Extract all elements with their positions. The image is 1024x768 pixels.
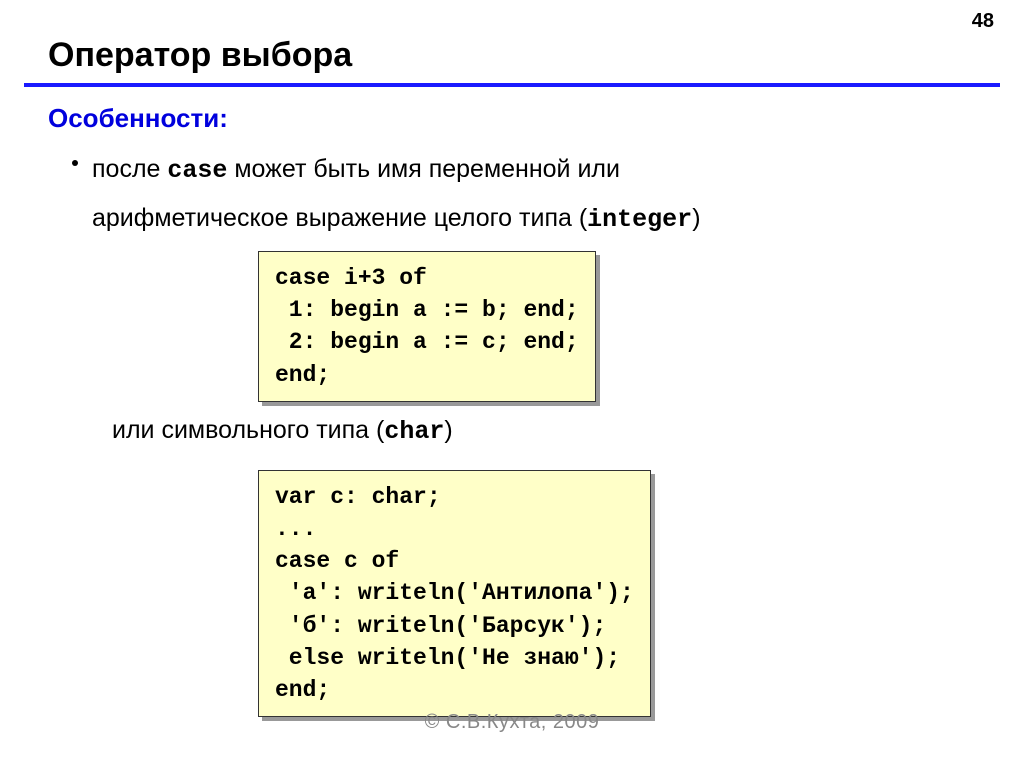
inline-code: case bbox=[167, 156, 227, 185]
text-fragment: арифметическое выражение целого типа ( bbox=[92, 204, 587, 232]
text-fragment: после bbox=[92, 155, 167, 183]
text-fragment: или символьного типа ( bbox=[112, 416, 384, 444]
code-block-1: case i+3 of 1: begin a := b; end; 2: beg… bbox=[258, 251, 596, 402]
code-block-2: var c: char; ... case c of 'а': writeln(… bbox=[258, 470, 651, 717]
mid-paragraph: или символьного типа (char) bbox=[0, 402, 1024, 452]
bullet-dot-icon bbox=[72, 160, 78, 166]
bullet-item: после case может быть имя переменной или… bbox=[0, 140, 1024, 243]
inline-code: char bbox=[384, 417, 444, 446]
inline-code: integer bbox=[587, 205, 692, 234]
text-fragment: может быть имя переменной или bbox=[227, 155, 620, 183]
section-subtitle: Особенности: bbox=[0, 87, 1024, 140]
text-fragment: ) bbox=[444, 416, 452, 444]
slide-title: Оператор выбора bbox=[0, 0, 1024, 83]
text-fragment: ) bbox=[692, 204, 700, 232]
page-number: 48 bbox=[972, 10, 994, 33]
footer-copyright: © С.В.Кухта, 2009 bbox=[0, 711, 1024, 734]
bullet-text: после case может быть имя переменной или… bbox=[92, 146, 701, 243]
